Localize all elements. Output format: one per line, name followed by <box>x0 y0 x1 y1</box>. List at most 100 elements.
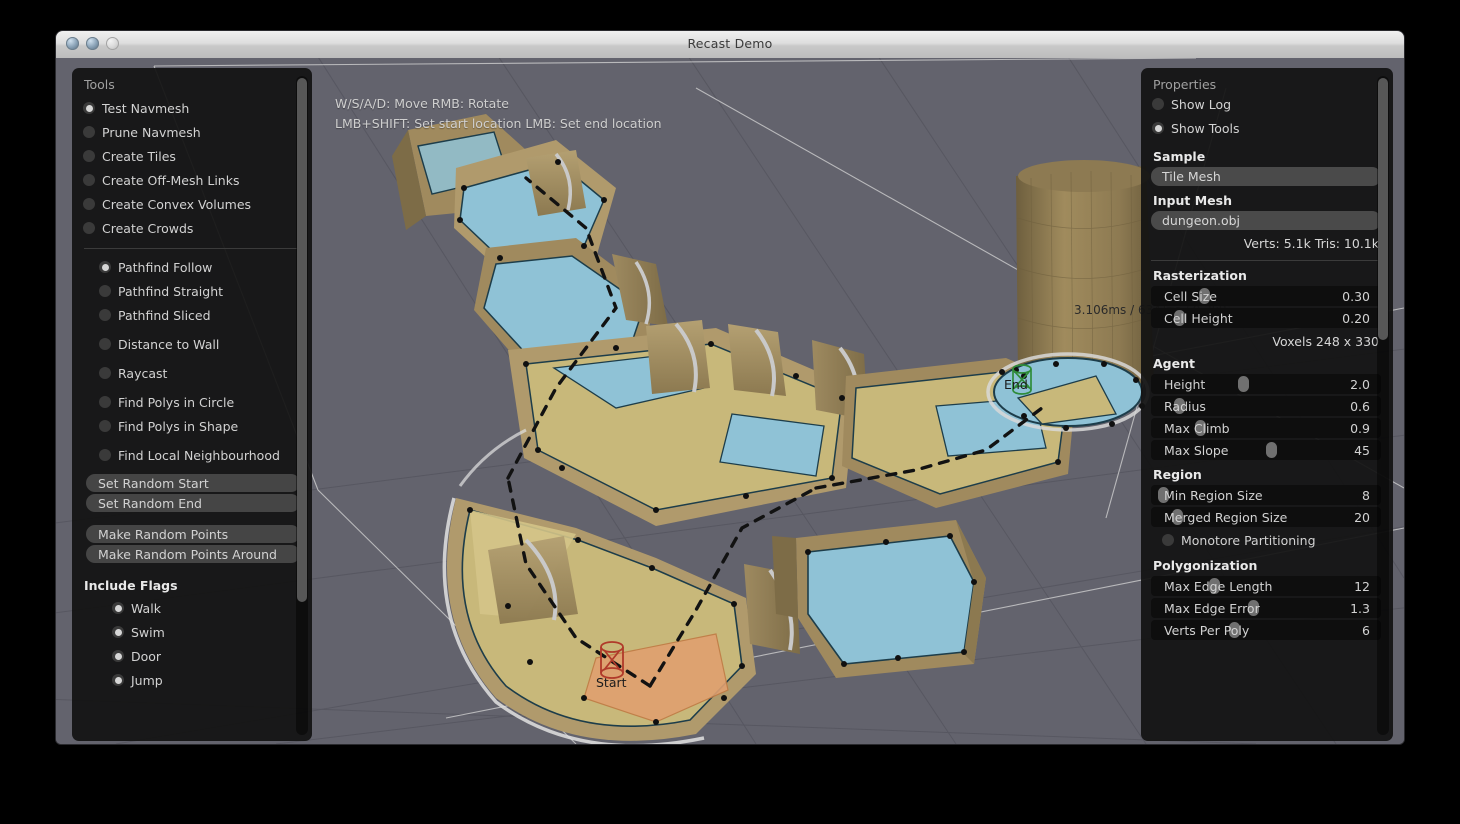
radio-icon <box>112 650 124 662</box>
tools-panel-content: Tools Test Navmesh Prune Navmesh Create … <box>72 68 312 741</box>
pathfind-label: Pathfind Follow <box>118 260 212 275</box>
slider-label: Verts Per Poly <box>1151 623 1249 638</box>
window-title: Recast Demo <box>56 36 1404 51</box>
radio-icon <box>99 367 111 379</box>
slider-value: 20 <box>1354 510 1381 525</box>
include-flag-swim[interactable]: Swim <box>72 620 312 644</box>
agent-max-slope-slider[interactable]: Max Slope 45 <box>1151 440 1381 460</box>
tool-mode-label: Create Crowds <box>102 221 193 236</box>
slider-value: 0.30 <box>1342 289 1381 304</box>
tools-scrollbar[interactable] <box>296 76 308 735</box>
slider-label: Max Climb <box>1151 421 1230 436</box>
max-edge-error-slider[interactable]: Max Edge Error 1.3 <box>1151 598 1381 618</box>
radio-icon <box>99 285 111 297</box>
make-random-points-around-button[interactable]: Make Random Points Around <box>86 545 300 563</box>
slider-label: Radius <box>1151 399 1206 414</box>
sample-select[interactable]: Tile Mesh <box>1151 167 1381 186</box>
include-flag-door[interactable]: Door <box>72 644 312 668</box>
properties-body: Sample Tile Mesh Input Mesh dungeon.obj … <box>1141 140 1393 640</box>
sample-label: Sample <box>1153 149 1381 164</box>
find-polys-label: Find Polys in Shape <box>118 419 238 434</box>
mesh-stats: Verts: 5.1k Tris: 10.1k <box>1151 236 1379 251</box>
radio-icon <box>112 626 124 638</box>
tool-mode-prune-navmesh[interactable]: Prune Navmesh <box>72 120 312 144</box>
pathfind-mode-list: Pathfind Follow Pathfind Straight Pathfi… <box>72 255 312 327</box>
include-flag-walk[interactable]: Walk <box>72 596 312 620</box>
voxels-readout: Voxels 248 x 330 <box>1151 334 1379 349</box>
radio-icon <box>99 449 111 461</box>
dungeon-geometry <box>392 114 1154 744</box>
tool-mode-label: Create Off-Mesh Links <box>102 173 239 188</box>
find-local-neighbourhood-option[interactable]: Find Local Neighbourhood <box>72 443 312 467</box>
slider-value: 0.20 <box>1342 311 1381 326</box>
viewport-hint-line-1: W/S/A/D: Move RMB: Rotate <box>335 96 509 111</box>
radio-icon <box>1162 534 1174 546</box>
tool-mode-create-convex-volumes[interactable]: Create Convex Volumes <box>72 192 312 216</box>
viewport-hint-line-2: LMB+SHIFT: Set start location LMB: Set e… <box>335 116 662 131</box>
input-mesh-select[interactable]: dungeon.obj <box>1151 211 1381 230</box>
set-random-end-button[interactable]: Set Random End <box>86 494 300 512</box>
include-flag-label: Swim <box>131 625 165 640</box>
pathfind-sliced-option[interactable]: Pathfind Sliced <box>72 303 312 327</box>
pathfind-straight-option[interactable]: Pathfind Straight <box>72 279 312 303</box>
cell-size-slider[interactable]: Cell Size 0.30 <box>1151 286 1381 306</box>
tool-mode-list: Test Navmesh Prune Navmesh Create Tiles … <box>72 92 312 240</box>
window-titlebar: Recast Demo <box>56 31 1404 59</box>
radio-icon <box>99 261 111 273</box>
merged-region-size-slider[interactable]: Merged Region Size 20 <box>1151 507 1381 527</box>
agent-max-climb-slider[interactable]: Max Climb 0.9 <box>1151 418 1381 438</box>
show-tools-option[interactable]: Show Tools <box>1141 116 1393 140</box>
tool-mode-create-off-mesh-links[interactable]: Create Off-Mesh Links <box>72 168 312 192</box>
cell-height-slider[interactable]: Cell Height 0.20 <box>1151 308 1381 328</box>
slider-label: Cell Height <box>1151 311 1233 326</box>
find-polys-in-shape-option[interactable]: Find Polys in Shape <box>72 414 312 438</box>
agent-radius-slider[interactable]: Radius 0.6 <box>1151 396 1381 416</box>
region-label: Region <box>1153 467 1381 482</box>
monotone-partitioning-option[interactable]: Monotore Partitioning <box>1151 529 1381 551</box>
tool-mode-create-tiles[interactable]: Create Tiles <box>72 144 312 168</box>
slider-knob[interactable] <box>1266 442 1277 458</box>
tools-panel-title: Tools <box>72 68 312 92</box>
radio-icon <box>99 420 111 432</box>
radio-icon <box>99 396 111 408</box>
include-flags-title: Include Flags <box>72 574 312 596</box>
make-random-points-button[interactable]: Make Random Points <box>86 525 300 543</box>
tools-scrollbar-thumb[interactable] <box>297 78 307 602</box>
set-random-start-button[interactable]: Set Random Start <box>86 474 300 492</box>
slider-label: Max Edge Length <box>1151 579 1272 594</box>
slider-knob[interactable] <box>1238 376 1249 392</box>
agent-height-slider[interactable]: Height 2.0 <box>1151 374 1381 394</box>
pathfind-follow-option[interactable]: Pathfind Follow <box>72 255 312 279</box>
radio-icon <box>83 126 95 138</box>
include-flag-jump[interactable]: Jump <box>72 668 312 692</box>
slider-value: 2.0 <box>1350 377 1381 392</box>
slider-value: 8 <box>1362 488 1381 503</box>
raycast-option[interactable]: Raycast <box>72 361 312 385</box>
radio-icon <box>83 150 95 162</box>
tool-mode-create-crowds[interactable]: Create Crowds <box>72 216 312 240</box>
min-region-size-slider[interactable]: Min Region Size 8 <box>1151 485 1381 505</box>
radio-icon <box>112 674 124 686</box>
slider-label: Max Edge Error <box>1151 601 1260 616</box>
find-polys-in-circle-option[interactable]: Find Polys in Circle <box>72 390 312 414</box>
radio-icon <box>112 602 124 614</box>
radio-icon <box>83 174 95 186</box>
start-label: Start <box>596 675 627 690</box>
find-polys-label: Find Polys in Circle <box>118 395 234 410</box>
tool-mode-label: Create Tiles <box>102 149 176 164</box>
polygonization-label: Polygonization <box>1153 558 1381 573</box>
neighbourhood-label: Find Local Neighbourhood <box>118 448 280 463</box>
max-edge-length-slider[interactable]: Max Edge Length 12 <box>1151 576 1381 596</box>
show-log-label: Show Log <box>1171 97 1231 112</box>
radio-icon <box>99 338 111 350</box>
show-log-option[interactable]: Show Log <box>1141 92 1393 116</box>
radio-icon <box>83 222 95 234</box>
distance-to-wall-option[interactable]: Distance to Wall <box>72 332 312 356</box>
tool-mode-test-navmesh[interactable]: Test Navmesh <box>72 96 312 120</box>
distance-to-wall-label: Distance to Wall <box>118 337 219 352</box>
verts-per-poly-slider[interactable]: Verts Per Poly 6 <box>1151 620 1381 640</box>
pathfind-label: Pathfind Sliced <box>118 308 211 323</box>
include-flag-label: Walk <box>131 601 161 616</box>
radio-icon <box>1152 98 1164 110</box>
tool-mode-label: Prune Navmesh <box>102 125 201 140</box>
